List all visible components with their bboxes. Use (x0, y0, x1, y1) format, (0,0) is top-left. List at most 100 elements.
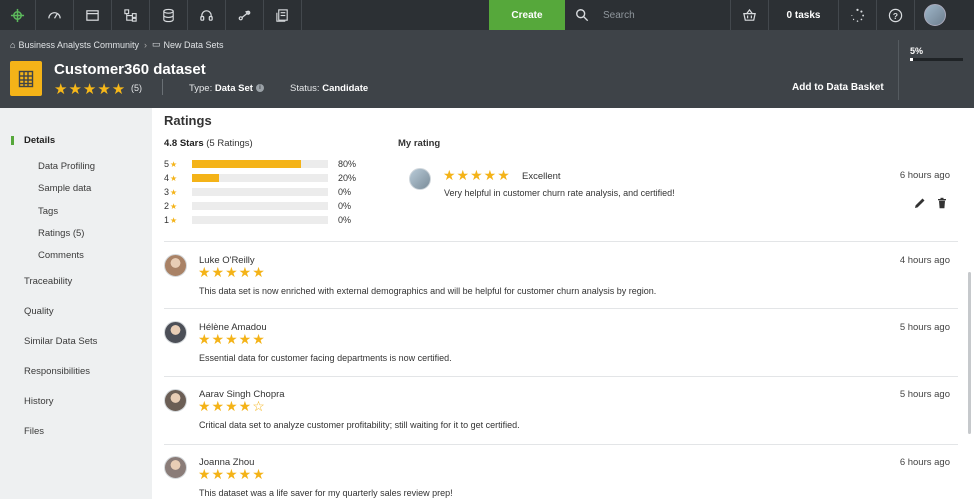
review-time: 5 hours ago (899, 389, 950, 400)
progress-label: 5% (910, 46, 924, 56)
dataset-type-icon (10, 61, 42, 96)
breadcrumb-item-new-data-sets[interactable]: New Data Sets (164, 40, 224, 50)
sidebar-item-history[interactable]: History (24, 396, 54, 407)
row-star-count: 5 (164, 159, 170, 169)
help-icon[interactable]: ? (877, 0, 915, 30)
sidebar-item-data-profiling[interactable]: Data Profiling (38, 161, 95, 172)
folder-icon: ▭ (151, 39, 161, 49)
type-value: Data Set (214, 83, 253, 94)
sidebar-item-files[interactable]: Files (24, 426, 44, 437)
hierarchy-icon[interactable] (112, 0, 150, 30)
status-value: Candidate (322, 83, 369, 94)
sidebar-item-comments[interactable]: Comments (38, 250, 84, 261)
review-stars: ★★★★★ (198, 466, 266, 482)
avatar (164, 254, 187, 277)
my-rating-text: Very helpful in customer churn rate anal… (444, 188, 675, 198)
review-text: Essential data for customer facing depar… (199, 353, 452, 363)
avatar (164, 389, 187, 412)
sidebar-item-ratings[interactable]: Ratings (5) (38, 228, 84, 239)
distribution-bar (192, 188, 328, 196)
star-icon: ★ (170, 216, 178, 225)
distribution-bar (192, 174, 328, 182)
tasks-counter[interactable]: 0 tasks (769, 0, 839, 30)
rating-count: (5) (131, 83, 142, 93)
review-stars: ★★★★☆ (198, 398, 266, 414)
svg-text:?: ? (893, 10, 898, 20)
sidebar-item-quality[interactable]: Quality (24, 306, 54, 317)
breadcrumb: ⌂ Business Analysts Community › ▭ New Da… (10, 39, 224, 50)
top-navigation-bar: Create 0 tasks ? (0, 0, 974, 30)
dashboard-icon[interactable] (36, 0, 74, 30)
type-label: Type: (189, 83, 213, 94)
avatar (409, 168, 431, 190)
rating-distribution-row: 5★ 80% (164, 158, 356, 170)
distribution-bar (192, 160, 328, 168)
breadcrumb-item-community[interactable]: Business Analysts Community (18, 40, 139, 50)
dataset-header: ⌂ Business Analysts Community › ▭ New Da… (0, 30, 974, 108)
breadcrumb-separator-icon: › (143, 39, 147, 50)
logo-icon[interactable] (0, 0, 36, 30)
row-star-count: 2 (164, 201, 170, 211)
sidebar-item-details[interactable]: Details (24, 135, 55, 146)
average-rating: 4.8 Stars (164, 138, 204, 149)
rating-distribution-row: 4★ 20% (164, 172, 356, 184)
ratings-total: (5 Ratings) (203, 138, 253, 149)
avatar (924, 4, 946, 26)
review-stars: ★★★★★ (198, 264, 266, 280)
sidebar-item-similar-data-sets[interactable]: Similar Data Sets (24, 336, 97, 347)
star-icon: ★ (170, 202, 178, 211)
trash-icon[interactable] (936, 197, 948, 209)
loading-icon[interactable] (839, 0, 877, 30)
share-icon[interactable] (226, 0, 264, 30)
avatar (164, 456, 187, 479)
window-icon[interactable] (74, 0, 112, 30)
avatar (164, 321, 187, 344)
rating-distribution-row: 1★ 0% (164, 214, 351, 226)
info-icon[interactable]: i (255, 84, 264, 93)
rating-distribution-row: 2★ 0% (164, 200, 351, 212)
database-icon[interactable] (150, 0, 188, 30)
search-icon (576, 9, 589, 22)
sidebar-item-traceability[interactable]: Traceability (24, 276, 72, 287)
status-field: Status: Candidate (290, 83, 368, 94)
row-star-count: 1 (164, 215, 170, 225)
active-marker (11, 136, 14, 145)
progress-fill (910, 58, 913, 61)
distribution-percent: 0% (338, 201, 352, 211)
my-rating-title: My rating (398, 138, 441, 149)
sidebar-item-responsibilities[interactable]: Responsibilities (24, 366, 90, 377)
my-rating-stars[interactable]: ★★★★★ (443, 167, 511, 184)
status-label: Status: (290, 83, 320, 94)
headset-icon[interactable] (188, 0, 226, 30)
create-button[interactable]: Create (489, 0, 565, 30)
distribution-percent: 80% (338, 159, 357, 169)
rating-stars: ★★★★★ (54, 81, 127, 98)
basket-icon[interactable] (731, 0, 769, 30)
distribution-percent: 20% (338, 173, 357, 183)
distribution-percent: 0% (338, 187, 352, 197)
community-icon: ⌂ (10, 39, 16, 50)
progress-bar (910, 58, 963, 61)
distribution-percent: 0% (338, 215, 352, 225)
rating-distribution-row: 3★ 0% (164, 186, 351, 198)
review-text: This dataset was a life saver for my qua… (199, 488, 453, 498)
review-stars: ★★★★★ (198, 331, 266, 347)
distribution-bar (192, 202, 328, 210)
edit-icon[interactable] (914, 197, 926, 209)
distribution-bar (192, 216, 328, 224)
ratings-panel: Ratings 4.8 Stars (5 Ratings) 5★ 80% 4★ … (152, 108, 974, 499)
sidebar-item-tags[interactable]: Tags (38, 206, 58, 217)
review-time: 6 hours ago (899, 457, 950, 468)
row-star-count: 4 (164, 173, 170, 183)
user-avatar[interactable] (915, 0, 955, 30)
type-field: Type: Data Set i (189, 83, 264, 94)
search-box (565, 0, 731, 30)
scrollbar[interactable] (968, 272, 971, 434)
report-icon[interactable] (264, 0, 302, 30)
page-title: Customer360 dataset (54, 61, 206, 78)
distribution-bar-fill (192, 160, 301, 168)
my-rating-time: 6 hours ago (899, 170, 950, 181)
sidebar-item-sample-data[interactable]: Sample data (38, 183, 91, 194)
search-input[interactable] (603, 9, 713, 21)
add-to-data-basket-button[interactable]: Add to Data Basket (792, 82, 884, 93)
